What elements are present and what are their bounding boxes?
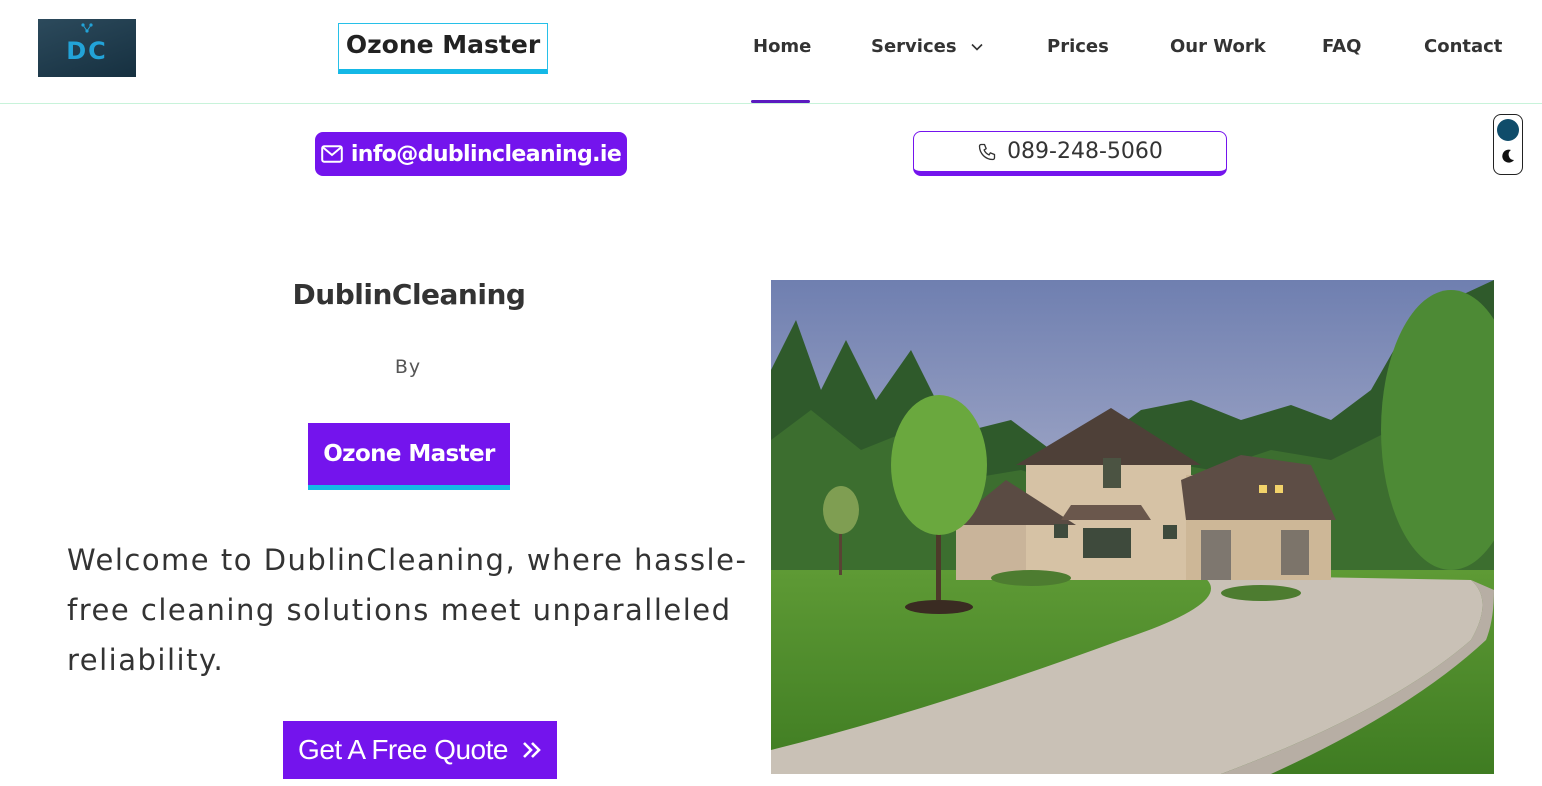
logo-text: DC (66, 37, 108, 65)
phone-text: 089-248-5060 (1007, 139, 1163, 164)
toggle-knob (1497, 119, 1519, 141)
double-chevron-right-icon (523, 742, 541, 758)
mail-icon (321, 145, 343, 163)
site-logo[interactable]: DC (38, 19, 136, 77)
welcome-text: Welcome to DublinCleaning, where hassle-… (67, 543, 748, 677)
phone-button[interactable]: 089-248-5060 (913, 131, 1227, 176)
hero-by: By (394, 356, 422, 378)
email-button[interactable]: info@dublincleaning.ie (315, 132, 627, 176)
chevron-down-icon (971, 43, 983, 51)
email-text: info@dublincleaning.ie (350, 141, 622, 167)
theme-toggle[interactable] (1493, 114, 1523, 175)
site-header: DC Ozone Master Home Services Prices Our… (0, 0, 1542, 104)
logo-molecule-icon (81, 23, 93, 33)
nav-prices[interactable]: Prices (1047, 36, 1109, 57)
nav-our-work[interactable]: Our Work (1170, 36, 1266, 57)
ozone-master-button[interactable]: Ozone Master (308, 423, 510, 490)
free-quote-button[interactable]: Get A Free Quote (283, 721, 557, 779)
nav-home[interactable]: Home (753, 36, 811, 57)
brand-link[interactable]: Ozone Master (338, 23, 548, 74)
phone-icon (978, 143, 996, 160)
nav-active-indicator (751, 100, 810, 103)
hero-house-image (771, 280, 1494, 774)
nav-contact[interactable]: Contact (1424, 36, 1502, 57)
free-quote-label: Get A Free Quote (298, 734, 508, 765)
nav-faq[interactable]: FAQ (1322, 36, 1361, 57)
nav-services[interactable]: Services (871, 36, 983, 57)
moon-icon (1502, 149, 1514, 163)
hero-title: DublinCleaning (292, 278, 526, 311)
nav-services-label: Services (871, 36, 957, 57)
